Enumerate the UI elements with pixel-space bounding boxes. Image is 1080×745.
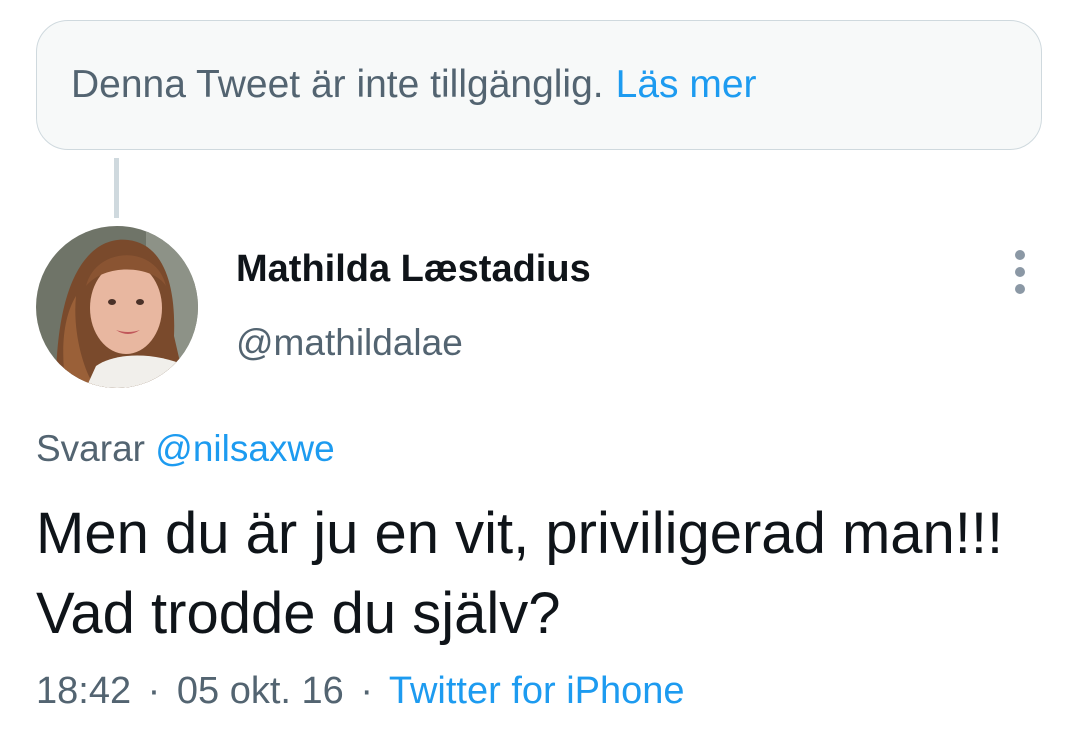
meta-separator: · bbox=[360, 670, 373, 712]
replying-to: Svarar @nilsaxwe bbox=[36, 428, 335, 470]
tweet-time[interactable]: 18:42 bbox=[36, 670, 131, 712]
tweet-meta: 18:42 · 05 okt. 16 · Twitter for iPhone bbox=[36, 670, 685, 713]
read-more-link[interactable]: Läs mer bbox=[616, 63, 757, 107]
unavailable-tweet-notice: Denna Tweet är inte tillgänglig. Läs mer bbox=[36, 20, 1042, 150]
more-dots-icon-dot bbox=[1015, 284, 1025, 294]
more-dots-icon-dot bbox=[1015, 267, 1025, 277]
reply-mention-link[interactable]: @nilsaxwe bbox=[155, 428, 334, 469]
tweet-text: Men du är ju en vit, priviligerad man!!!… bbox=[36, 501, 1004, 646]
more-options-button[interactable] bbox=[1000, 250, 1040, 294]
reply-prefix: Svarar bbox=[36, 428, 145, 469]
profile-photo-icon bbox=[36, 226, 198, 388]
more-dots-icon bbox=[1015, 250, 1025, 260]
tweet-date[interactable]: 05 okt. 16 bbox=[177, 670, 344, 712]
meta-separator: · bbox=[147, 670, 161, 712]
tweet-source-link[interactable]: Twitter for iPhone bbox=[389, 670, 685, 712]
unavailable-text: Denna Tweet är inte tillgänglig. bbox=[71, 63, 604, 106]
author-display-name[interactable]: Mathilda Læstadius bbox=[236, 248, 591, 291]
avatar[interactable] bbox=[36, 226, 198, 388]
thread-connector-line bbox=[114, 158, 119, 218]
author-handle[interactable]: @mathildalae bbox=[236, 322, 463, 364]
